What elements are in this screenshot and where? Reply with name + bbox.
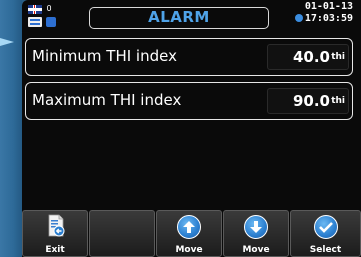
select-label: Select [309, 245, 342, 255]
status-icon [46, 17, 56, 27]
pointer-arrow-icon [0, 38, 14, 46]
setting-value-field: 90.0 thi [267, 88, 349, 114]
exit-icon [48, 214, 65, 237]
empty-softkey[interactable] [89, 210, 155, 257]
arrow-up-icon [177, 215, 201, 239]
softkey-bar: Exit Move Move Select [22, 210, 361, 257]
select-button[interactable]: Select [290, 210, 361, 257]
time-display: 17:03:59 [294, 13, 353, 24]
exit-button[interactable]: Exit [22, 210, 88, 257]
move-down-label: Move [242, 245, 270, 255]
page-title: ALARM [89, 7, 269, 29]
setting-row-maximum-thi[interactable]: Maximum THI index 90.0 thi [25, 82, 353, 120]
setting-unit: thi [331, 52, 345, 62]
time-text: 17:03:59 [304, 13, 353, 24]
checkmark-icon [313, 215, 338, 239]
setting-value-field: 40.0 thi [267, 44, 349, 70]
move-up-button[interactable]: Move [156, 210, 222, 257]
alarm-count: 0 [46, 4, 52, 13]
language-flag-icon[interactable] [28, 5, 42, 14]
date-display: 01-01-13 [304, 1, 353, 12]
setting-label: Maximum THI index [32, 91, 182, 109]
setting-unit: thi [331, 96, 345, 106]
header-bar: 0 ALARM 01-01-13 17:03:59 [22, 0, 361, 36]
setting-row-minimum-thi[interactable]: Minimum THI index 40.0 thi [25, 38, 353, 76]
setting-value: 90.0 [292, 92, 330, 110]
setting-label: Minimum THI index [32, 47, 177, 65]
arrow-down-icon [244, 215, 268, 239]
menu-list-icon [28, 17, 42, 27]
move-up-label: Move [175, 245, 203, 255]
move-down-button[interactable]: Move [223, 210, 289, 257]
setting-value: 40.0 [292, 48, 330, 66]
clock-icon [294, 14, 303, 22]
display-screen: 0 ALARM 01-01-13 17:03:59 Minimum THI in… [22, 0, 361, 257]
exit-label: Exit [45, 245, 65, 255]
